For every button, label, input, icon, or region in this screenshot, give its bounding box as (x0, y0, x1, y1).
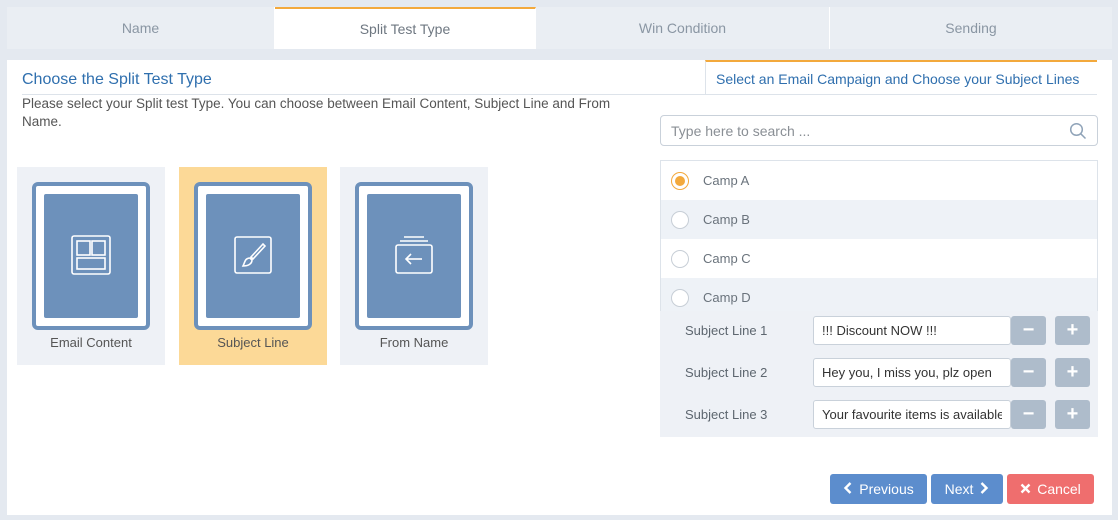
inbox-stack-icon (392, 233, 436, 280)
close-icon (1020, 481, 1031, 498)
next-label: Next (944, 481, 974, 497)
chevron-left-icon (843, 481, 853, 498)
subject-line-label: Subject Line 1 (685, 323, 768, 338)
campaign-section-heading: Select an Email Campaign and Choose your… (705, 60, 1097, 95)
split-type-description: Please select your Split test Type. You … (22, 96, 611, 129)
brush-icon (233, 235, 273, 278)
subject-line-input[interactable] (813, 400, 1011, 429)
chevron-right-icon (979, 481, 989, 498)
campaign-search (660, 115, 1098, 146)
remove-subject-button[interactable]: − (1011, 358, 1046, 387)
tab-win-condition[interactable]: Win Condition (536, 7, 830, 49)
list-item[interactable]: Camp A (661, 161, 1097, 200)
previous-button[interactable]: Previous (830, 474, 927, 504)
add-subject-button[interactable]: + (1055, 316, 1090, 345)
divider (705, 94, 1097, 95)
tab-name[interactable]: Name (7, 7, 275, 49)
layout-icon (70, 234, 112, 279)
list-item[interactable]: Camp B (661, 200, 1097, 239)
previous-label: Previous (859, 481, 914, 497)
type-card-frame (32, 182, 150, 330)
campaign-label: Camp C (703, 251, 751, 266)
remove-subject-button[interactable]: − (1011, 316, 1046, 345)
type-card-label: From Name (379, 335, 449, 350)
type-card-tile (367, 194, 461, 318)
campaign-list: Camp A Camp B Camp C Camp D (660, 160, 1098, 311)
campaign-radio[interactable] (671, 210, 689, 229)
list-item[interactable]: Camp C (661, 239, 1097, 278)
campaign-radio[interactable] (671, 171, 689, 190)
subject-line-row: Subject Line 2 − + (660, 353, 1098, 393)
subject-line-input[interactable] (813, 358, 1011, 387)
type-card-subject-line[interactable]: Subject Line (179, 167, 327, 365)
tab-sending[interactable]: Sending (830, 7, 1112, 49)
subject-line-label: Subject Line 3 (685, 407, 768, 422)
search-icon[interactable] (1069, 122, 1087, 140)
type-card-tile (44, 194, 138, 318)
type-card-frame (194, 182, 312, 330)
next-button[interactable]: Next (931, 474, 1003, 504)
wizard-tabs: Name Split Test Type Win Condition Sendi… (7, 7, 1112, 49)
subject-line-label: Subject Line 2 (685, 365, 768, 380)
campaign-radio[interactable] (671, 288, 689, 307)
campaign-label: Camp A (703, 173, 750, 188)
type-card-from-name[interactable]: From Name (340, 167, 488, 365)
type-card-label: Subject Line (217, 335, 289, 350)
add-subject-button[interactable]: + (1055, 358, 1090, 387)
type-card-label: Email Content (50, 335, 132, 350)
remove-subject-button[interactable]: − (1011, 400, 1046, 429)
campaign-label: Camp B (703, 212, 750, 227)
type-card-email-content[interactable]: Email Content (17, 167, 165, 365)
search-input[interactable] (661, 116, 1051, 145)
subject-line-row: Subject Line 1 − + (660, 311, 1098, 351)
main-panel: Choose the Split Test Type Please select… (7, 60, 1112, 515)
cancel-button[interactable]: Cancel (1007, 474, 1094, 504)
split-type-heading: Choose the Split Test Type (22, 71, 212, 88)
subject-line-row: Subject Line 3 − + (660, 395, 1098, 435)
cancel-label: Cancel (1037, 481, 1081, 497)
campaign-radio[interactable] (671, 249, 689, 268)
type-card-tile (206, 194, 300, 318)
subject-line-input[interactable] (813, 316, 1011, 345)
tab-split-test-type[interactable]: Split Test Type (275, 7, 536, 49)
list-item[interactable]: Camp D (661, 278, 1097, 311)
add-subject-button[interactable]: + (1055, 400, 1090, 429)
campaign-label: Camp D (703, 290, 751, 305)
subject-lines: Subject Line 1 − + Subject Line 2 − + Su… (660, 311, 1098, 437)
type-card-frame (355, 182, 473, 330)
